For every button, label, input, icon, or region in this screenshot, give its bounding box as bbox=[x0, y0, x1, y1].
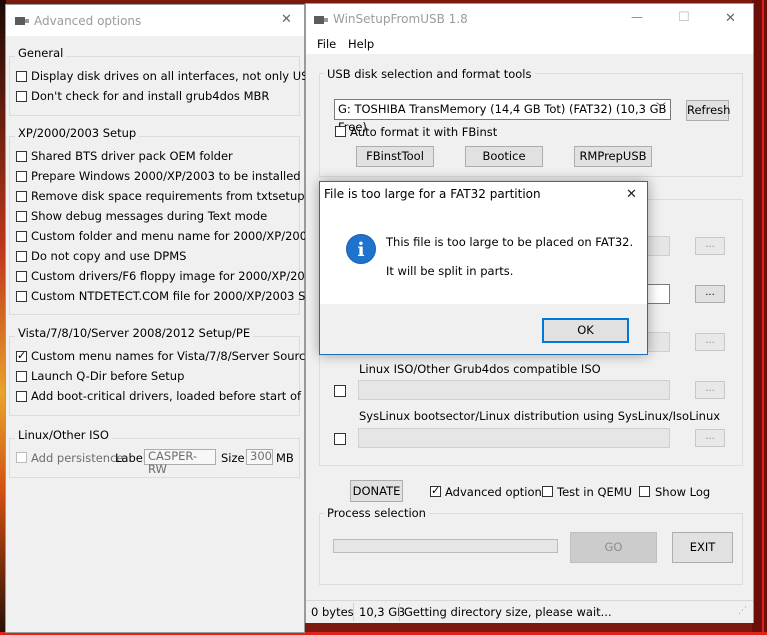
checkbox-advanced-options[interactable] bbox=[430, 484, 441, 497]
label-debug-messages: Show debug messages during Text mode bbox=[31, 209, 268, 223]
refresh-button[interactable]: Refresh bbox=[686, 100, 730, 121]
dialog-message-line1: This file is too large to be placed on F… bbox=[386, 235, 634, 249]
dialog-message-line2: It will be split in parts. bbox=[386, 264, 514, 278]
label-no-dpms: Do not copy and use DPMS bbox=[31, 249, 187, 263]
close-icon[interactable]: ✕ bbox=[725, 11, 736, 26]
message-dialog: File is too large for a FAT32 partition … bbox=[319, 181, 648, 355]
label-advanced-options: Advanced options bbox=[445, 485, 548, 499]
menu-help[interactable]: Help bbox=[348, 37, 374, 51]
checkbox-test-qemu[interactable] bbox=[542, 486, 553, 497]
donate-button[interactable]: DONATE bbox=[350, 480, 403, 502]
checkbox-no-grub4dos-mbr[interactable] bbox=[16, 91, 27, 102]
label-shared-bts: Shared BTS driver pack OEM folder bbox=[31, 149, 233, 163]
bootice-button[interactable]: Bootice bbox=[465, 146, 543, 167]
persistence-label-input[interactable]: CASPER-RW bbox=[144, 449, 216, 476]
main-window-title: WinSetupFromUSB 1.8 bbox=[333, 12, 468, 26]
group-title-linux-iso: Linux/Other ISO bbox=[15, 428, 112, 442]
checkbox-syslinux[interactable] bbox=[334, 433, 346, 445]
progress-bar bbox=[333, 539, 558, 553]
status-separator bbox=[399, 603, 400, 621]
linux-iso-path-field[interactable] bbox=[358, 380, 670, 400]
checkbox-show-log[interactable] bbox=[639, 486, 650, 497]
dialog-footer: OK bbox=[320, 304, 647, 354]
label-boot-critical-drivers: Add boot-critical drivers, loaded before… bbox=[31, 389, 339, 403]
status-bytes: 0 bytes bbox=[311, 605, 354, 619]
checkbox-prepare-usb[interactable] bbox=[16, 171, 27, 182]
checkbox-add-persistence[interactable] bbox=[16, 452, 27, 463]
browse-button-syslinux[interactable]: ... bbox=[695, 429, 725, 447]
ok-button[interactable]: OK bbox=[542, 318, 629, 343]
resize-grip-icon[interactable]: ⋰ bbox=[738, 606, 747, 616]
menu-bar: File Help bbox=[306, 34, 753, 54]
usb-app-icon bbox=[15, 17, 29, 25]
browse-button-3[interactable]: ... bbox=[695, 333, 725, 351]
checkbox-custom-drivers[interactable] bbox=[16, 271, 27, 282]
advanced-titlebar: Advanced options ✕ bbox=[6, 5, 304, 36]
group-title-usb-disk: USB disk selection and format tools bbox=[324, 67, 535, 81]
minimize-icon[interactable]: — bbox=[631, 10, 643, 24]
group-title-xp-setup: XP/2000/2003 Setup bbox=[15, 126, 140, 140]
checkbox-linux-iso[interactable] bbox=[334, 385, 346, 397]
label-no-grub4dos-mbr: Don't check for and install grub4dos MBR bbox=[31, 89, 270, 103]
desktop-red-line bbox=[762, 0, 764, 635]
label-text: Label bbox=[115, 451, 147, 465]
checkbox-boot-critical-drivers[interactable] bbox=[16, 391, 27, 402]
label-custom-menu-names: Custom menu names for Vista/7/8/Server S… bbox=[31, 349, 313, 363]
size-text: Size bbox=[221, 451, 245, 465]
usb-app-icon bbox=[314, 16, 328, 24]
label-syslinux: SysLinux bootsector/Linux distribution u… bbox=[359, 409, 721, 423]
checkbox-custom-ntdetect[interactable] bbox=[16, 291, 27, 302]
group-general bbox=[9, 56, 300, 116]
checkbox-custom-folder[interactable] bbox=[16, 231, 27, 242]
group-title-general: General bbox=[15, 46, 67, 60]
group-title-vista-setup: Vista/7/8/10/Server 2008/2012 Setup/PE bbox=[15, 326, 254, 340]
checkbox-custom-menu-names[interactable] bbox=[16, 349, 27, 362]
checkbox-no-dpms[interactable] bbox=[16, 251, 27, 262]
label-auto-format: Auto format it with FBinst bbox=[350, 125, 498, 139]
group-title-process-selection: Process selection bbox=[324, 506, 429, 520]
advanced-options-window: Advanced options ✕ General Display disk … bbox=[5, 4, 357, 633]
disk-select[interactable]: G: TOSHIBA TransMemory (14,4 GB Tot) (FA… bbox=[334, 99, 671, 134]
go-button[interactable]: GO bbox=[570, 532, 657, 563]
persistence-size-input[interactable]: 300 bbox=[246, 449, 273, 465]
syslinux-path-field[interactable] bbox=[358, 428, 670, 448]
checkbox-launch-qdir[interactable] bbox=[16, 371, 27, 382]
label-add-persistence: Add persistence bbox=[31, 451, 124, 465]
label-custom-ntdetect: Custom NTDETECT.COM file for 2000/XP/200… bbox=[31, 289, 332, 303]
close-icon[interactable]: ✕ bbox=[281, 12, 292, 27]
checkbox-debug-messages[interactable] bbox=[16, 211, 27, 222]
checkbox-shared-bts[interactable] bbox=[16, 151, 27, 162]
size-unit: MB bbox=[276, 451, 294, 465]
advanced-window-title: Advanced options bbox=[34, 14, 142, 28]
status-message: Getting directory size, please wait... bbox=[404, 605, 612, 619]
fbinsttool-button[interactable]: FBinstTool bbox=[356, 146, 434, 167]
label-show-log: Show Log bbox=[655, 485, 711, 499]
menu-file[interactable]: File bbox=[317, 37, 336, 51]
desktop-edge bbox=[752, 0, 767, 635]
status-bar: 0 bytes 10,3 GB Getting directory size, … bbox=[306, 600, 753, 623]
label-launch-qdir: Launch Q-Dir before Setup bbox=[31, 369, 185, 383]
close-icon[interactable]: ✕ bbox=[626, 187, 637, 202]
exit-button[interactable]: EXIT bbox=[672, 532, 733, 563]
checkbox-auto-format[interactable] bbox=[335, 126, 346, 137]
label-remove-disk-space: Remove disk space requirements from txts… bbox=[31, 189, 322, 203]
browse-button-1[interactable]: ... bbox=[695, 237, 725, 255]
chevron-down-icon: ﹀ bbox=[656, 103, 666, 114]
main-titlebar: WinSetupFromUSB 1.8 — ☐ ✕ bbox=[306, 4, 753, 34]
browse-button-2[interactable]: ... bbox=[695, 285, 725, 303]
label-linux-iso: Linux ISO/Other Grub4dos compatible ISO bbox=[359, 362, 601, 376]
browse-button-linux-iso[interactable]: ... bbox=[695, 381, 725, 399]
label-custom-folder: Custom folder and menu name for 2000/XP/… bbox=[31, 229, 352, 243]
maximize-icon[interactable]: ☐ bbox=[678, 10, 690, 25]
status-separator bbox=[353, 603, 354, 621]
rmprepusb-button[interactable]: RMPrepUSB bbox=[574, 146, 652, 167]
dialog-title: File is too large for a FAT32 partition bbox=[324, 187, 541, 201]
checkbox-display-all-drives[interactable] bbox=[16, 71, 27, 82]
checkbox-remove-disk-space[interactable] bbox=[16, 191, 27, 202]
label-test-qemu: Test in QEMU bbox=[557, 485, 633, 499]
label-display-all-drives: Display disk drives on all interfaces, n… bbox=[31, 69, 317, 83]
label-prepare-usb: Prepare Windows 2000/XP/2003 to be insta… bbox=[31, 169, 346, 183]
info-icon: i bbox=[346, 234, 376, 264]
